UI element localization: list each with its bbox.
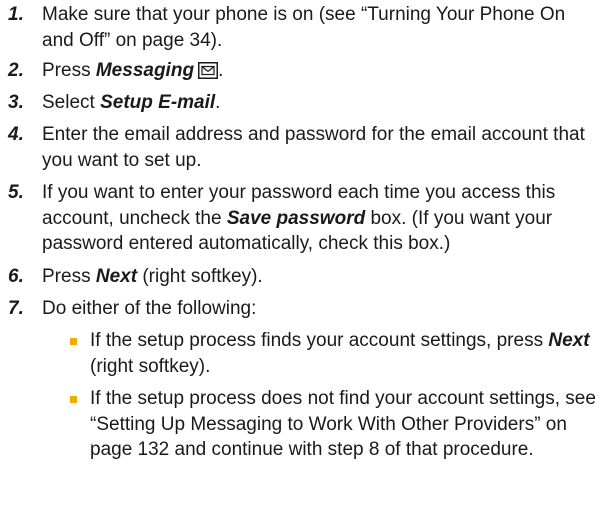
step-number: 7.	[8, 298, 24, 319]
step-text: Enter the email address and password for…	[42, 124, 585, 171]
step-text: Make sure that your phone is on (see “Tu…	[42, 4, 566, 51]
step-number: 6.	[8, 266, 24, 287]
step-text: Press	[42, 266, 96, 287]
messaging-key-label: Messaging	[95, 60, 195, 81]
step-text: Select	[42, 92, 101, 113]
next-label: Next	[95, 266, 138, 287]
step-number: 3.	[8, 92, 24, 113]
bullet-text: If the setup process finds your account …	[90, 330, 549, 351]
bullet-marker	[70, 396, 77, 403]
step-number: 1.	[8, 4, 24, 25]
step-number: 4.	[8, 124, 24, 145]
save-password-label: Save password	[226, 207, 366, 229]
bullet-text: If the setup process does not find your …	[90, 388, 596, 460]
step-text: Press	[42, 60, 96, 81]
envelope-icon	[198, 61, 219, 79]
next-label: Next	[548, 330, 590, 351]
step-number: 5.	[8, 182, 24, 203]
step-text: Do either of the following:	[42, 298, 257, 319]
instruction-document: 1. Make sure that your phone is on (see …	[0, 0, 602, 518]
bullet-marker	[70, 338, 77, 345]
setup-email-label: Setup E-mail	[100, 92, 216, 113]
step-number: 2.	[8, 60, 24, 81]
